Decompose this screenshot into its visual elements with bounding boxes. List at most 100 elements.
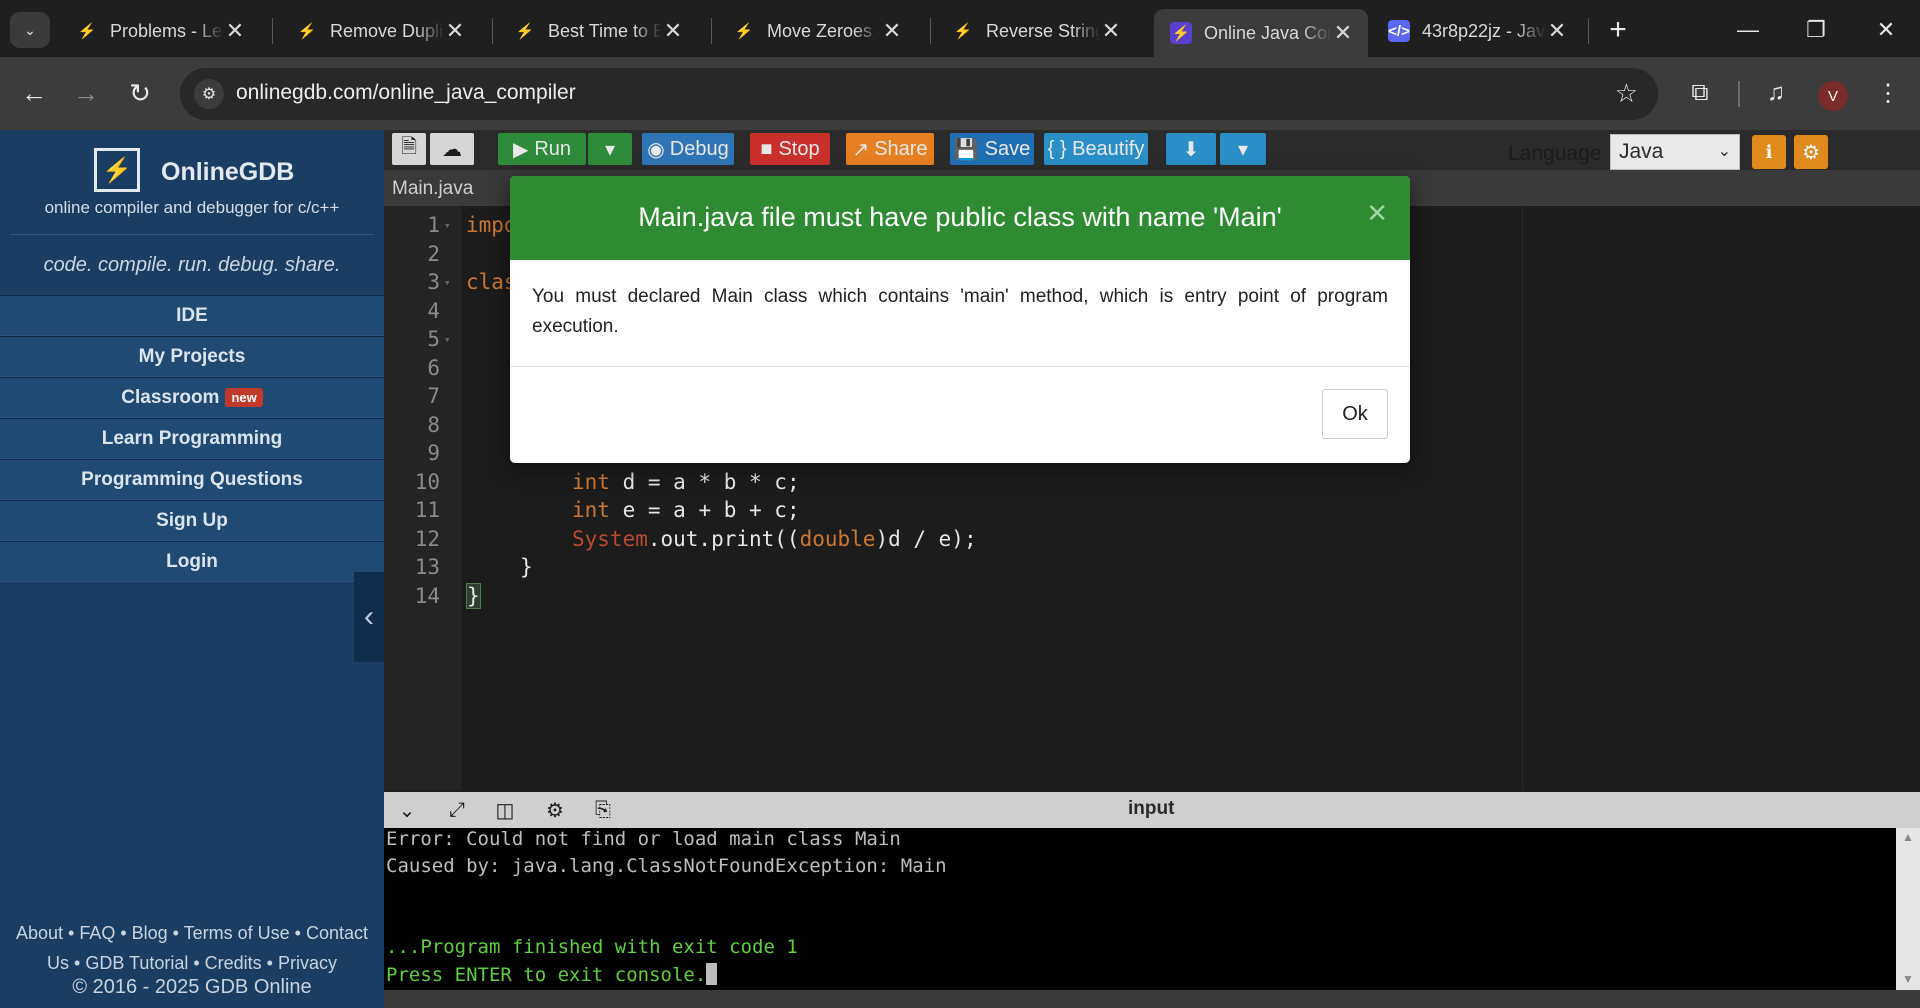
language-select[interactable]: Java ⌄: [1610, 134, 1740, 170]
close-icon[interactable]: ✕: [1100, 18, 1122, 44]
close-icon[interactable]: ✕: [444, 18, 466, 44]
file-tab-main-java[interactable]: Main.java: [392, 178, 473, 200]
fold-arrow-icon[interactable]: ▾: [444, 219, 451, 232]
fold-arrow-icon[interactable]: ▾: [444, 333, 451, 346]
close-window-button[interactable]: ✕: [1866, 10, 1906, 50]
media-control-icon[interactable]: ♫: [1758, 75, 1794, 111]
code-line: int e = a + b + c;: [572, 498, 800, 522]
settings-button[interactable]: ⚙: [1794, 135, 1828, 169]
sidebar-item-programming-questions[interactable]: Programming Questions: [0, 459, 384, 500]
io-panel-header: ⌄ ⤢ ◫ ⚙ ⎘ input: [384, 792, 1920, 828]
console-scrollbar[interactable]: ▲ ▼: [1896, 828, 1920, 990]
close-icon[interactable]: ✕: [1546, 18, 1568, 44]
brand[interactable]: ⚡ OnlineGDB online compiler and debugger…: [0, 148, 384, 218]
site-info-icon[interactable]: ⚙: [194, 79, 224, 109]
browser-tab[interactable]: ⚡ Problems - LeetCode ✕: [60, 9, 260, 53]
back-button[interactable]: ←: [16, 75, 52, 111]
share-label: Share: [874, 137, 928, 160]
sidebar-item-label: My Projects: [138, 345, 246, 367]
footer-links[interactable]: About • FAQ • Blog • Terms of Use • Cont…: [0, 918, 384, 978]
sidebar: ⚡ OnlineGDB online compiler and debugger…: [0, 130, 384, 1008]
share-icon: ↗: [852, 138, 870, 161]
tab-search-button[interactable]: ⌄: [10, 12, 50, 48]
close-icon[interactable]: ✕: [881, 18, 903, 44]
stop-button[interactable]: ■ Stop: [750, 133, 830, 165]
layout-icon[interactable]: ◫: [490, 796, 520, 824]
sidebar-item-label: Classroom: [121, 386, 220, 408]
beautify-button[interactable]: { } Beautify: [1044, 133, 1148, 165]
extensions-icon[interactable]: ⧉: [1682, 75, 1718, 111]
share-button[interactable]: ↗ Share: [846, 133, 934, 165]
browser-tab[interactable]: ⚡ Best Time to Buy ✕: [498, 9, 698, 53]
chevron-down-icon: ⌄: [24, 21, 36, 38]
output-console[interactable]: Error: Could not find or load main class…: [384, 828, 1896, 990]
new-badge: new: [225, 388, 263, 407]
new-file-button[interactable]: 🗎: [392, 133, 426, 165]
copyright: © 2016 - 2025 GDB Online: [72, 976, 312, 998]
run-button[interactable]: ▶ Run: [498, 133, 586, 165]
stop-icon: ■: [760, 137, 773, 160]
new-tab-button[interactable]: +: [1598, 10, 1638, 50]
profile-avatar[interactable]: V: [1818, 81, 1848, 111]
browser-tab-bar: ⌄ ⚡ Problems - LeetCode ✕ ⚡ Remove Dupli…: [0, 0, 1920, 57]
sidebar-item-label: Learn Programming: [101, 427, 283, 449]
fold-arrow-icon[interactable]: ▾: [444, 276, 451, 289]
print-margin: [1522, 206, 1523, 790]
tab-title: Remove Duplicates: [330, 20, 444, 41]
close-icon[interactable]: ✕: [662, 18, 684, 44]
browser-tab[interactable]: </> 43r8p22jz - Java ✕: [1372, 9, 1582, 53]
download-button[interactable]: ⬇: [1166, 133, 1216, 165]
scroll-down-icon[interactable]: ▼: [1902, 972, 1914, 986]
sidebar-nav: IDE My Projects Classroom new Learn Progr…: [0, 295, 384, 582]
gear-icon[interactable]: ⚙: [540, 796, 570, 824]
line-number: 10: [414, 470, 440, 494]
info-button[interactable]: ℹ: [1752, 135, 1786, 169]
dialog-title: Main.java file must have public class wi…: [638, 202, 1282, 232]
beautify-label: { } Beautify: [1047, 137, 1145, 160]
menu-kebab-icon[interactable]: ⋮: [1870, 75, 1906, 111]
debug-button[interactable]: ◉ Debug: [642, 133, 734, 165]
ok-button[interactable]: Ok: [1322, 389, 1388, 439]
expand-icon[interactable]: ⤢: [442, 796, 472, 824]
copy-icon[interactable]: ⎘: [588, 796, 618, 824]
code-token: clas: [466, 270, 517, 294]
address-bar[interactable]: ⚙ onlinegdb.com/online_java_compiler ☆: [180, 68, 1658, 120]
footer-links-line[interactable]: Us • GDB Tutorial • Credits • Privacy: [6, 948, 378, 978]
scroll-up-icon[interactable]: ▲: [1902, 830, 1914, 844]
run-options-dropdown[interactable]: ▾: [588, 133, 632, 165]
sidebar-item-my-projects[interactable]: My Projects: [0, 336, 384, 377]
star-icon[interactable]: ☆: [1615, 78, 1638, 109]
sidebar-item-classroom[interactable]: Classroom new: [0, 377, 384, 418]
divider: [510, 366, 1410, 367]
close-icon[interactable]: ✕: [1366, 198, 1388, 229]
collapse-sidebar-button[interactable]: ‹: [354, 572, 384, 662]
minimize-button[interactable]: —: [1728, 10, 1768, 50]
reload-button[interactable]: ↻: [122, 75, 158, 111]
sidebar-item-login[interactable]: Login: [0, 541, 384, 582]
gear-icon: ⚙: [1802, 141, 1820, 164]
address-url[interactable]: onlinegdb.com/online_java_compiler: [236, 81, 576, 105]
save-button[interactable]: 💾 Save: [950, 133, 1034, 165]
browser-tab[interactable]: ⚡ Remove Duplicates ✕: [280, 9, 480, 53]
restore-button[interactable]: ❐: [1796, 10, 1836, 50]
browser-tab[interactable]: ⚡ Reverse String ✕: [936, 9, 1136, 53]
sidebar-item-label: IDE: [176, 304, 208, 326]
upload-button[interactable]: ☁: [430, 133, 474, 165]
download-options-dropdown[interactable]: ▾: [1220, 133, 1266, 165]
line-number: 4: [427, 299, 440, 323]
close-icon[interactable]: ✕: [224, 18, 246, 44]
sidebar-item-ide[interactable]: IDE: [0, 295, 384, 336]
line-number: 8: [427, 413, 440, 437]
sidebar-item-learn-programming[interactable]: Learn Programming: [0, 418, 384, 459]
browser-tab-active[interactable]: ⚡ Online Java Compiler ✕: [1154, 9, 1368, 57]
sidebar-item-sign-up[interactable]: Sign Up: [0, 500, 384, 541]
browser-tab[interactable]: ⚡ Move Zeroes - ✕: [717, 9, 917, 53]
code-line: clas: [466, 270, 517, 294]
status-strip: [384, 990, 1920, 1008]
console-line: Caused by: java.lang.ClassNotFoundExcept…: [386, 855, 947, 877]
chevron-down-icon[interactable]: ⌄: [392, 796, 422, 824]
close-icon[interactable]: ✕: [1332, 20, 1354, 46]
code-line: }: [466, 583, 481, 609]
forward-button[interactable]: →: [68, 75, 104, 111]
footer-links-line[interactable]: About • FAQ • Blog • Terms of Use • Cont…: [6, 918, 378, 948]
